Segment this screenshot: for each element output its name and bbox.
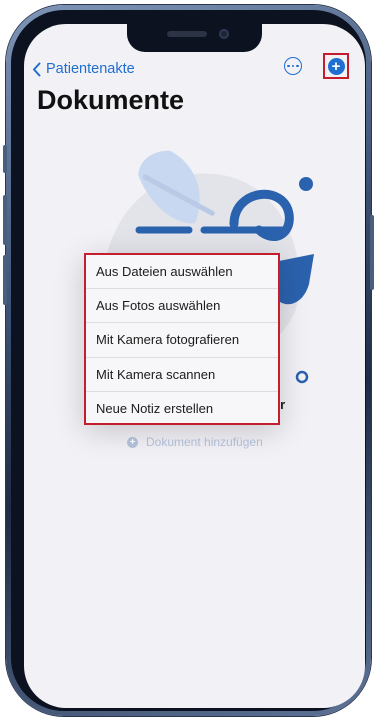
volume-up-button <box>3 195 7 245</box>
volume-down-button <box>3 255 7 305</box>
power-button <box>370 215 374 290</box>
menu-item-camera-photo[interactable]: Mit Kamera fotografieren <box>86 323 278 358</box>
add-document-button[interactable]: + Dokument hinzufügen <box>127 435 263 449</box>
add-document-label: Dokument hinzufügen <box>146 435 263 449</box>
notch <box>127 24 262 52</box>
add-document-menu: Aus Dateien auswählen Aus Fotos auswähle… <box>84 253 280 425</box>
menu-item-choose-photos[interactable]: Aus Fotos auswählen <box>86 289 278 324</box>
navigation-bar: Patientenakte + <box>24 53 365 84</box>
menu-item-camera-scan[interactable]: Mit Kamera scannen <box>86 358 278 392</box>
speaker <box>167 31 207 37</box>
screen: Patientenakte + Dokumente leer <box>24 24 365 708</box>
plus-circle-icon: + <box>327 57 345 75</box>
back-button[interactable]: Patientenakte <box>32 56 135 82</box>
camera-icon <box>219 29 229 39</box>
add-button[interactable]: + <box>323 53 349 79</box>
chevron-left-icon <box>33 62 41 76</box>
back-label: Patientenakte <box>46 61 135 77</box>
menu-item-choose-files[interactable]: Aus Dateien auswählen <box>86 255 278 290</box>
phone-frame: Patientenakte + Dokumente leer <box>3 5 374 716</box>
page-title: Dokumente <box>37 85 185 115</box>
menu-item-new-note[interactable]: Neue Notiz erstellen <box>86 392 278 426</box>
mute-switch <box>3 145 7 173</box>
ellipsis-circle-icon[interactable] <box>284 57 302 75</box>
plus-circle-icon: + <box>127 436 138 448</box>
